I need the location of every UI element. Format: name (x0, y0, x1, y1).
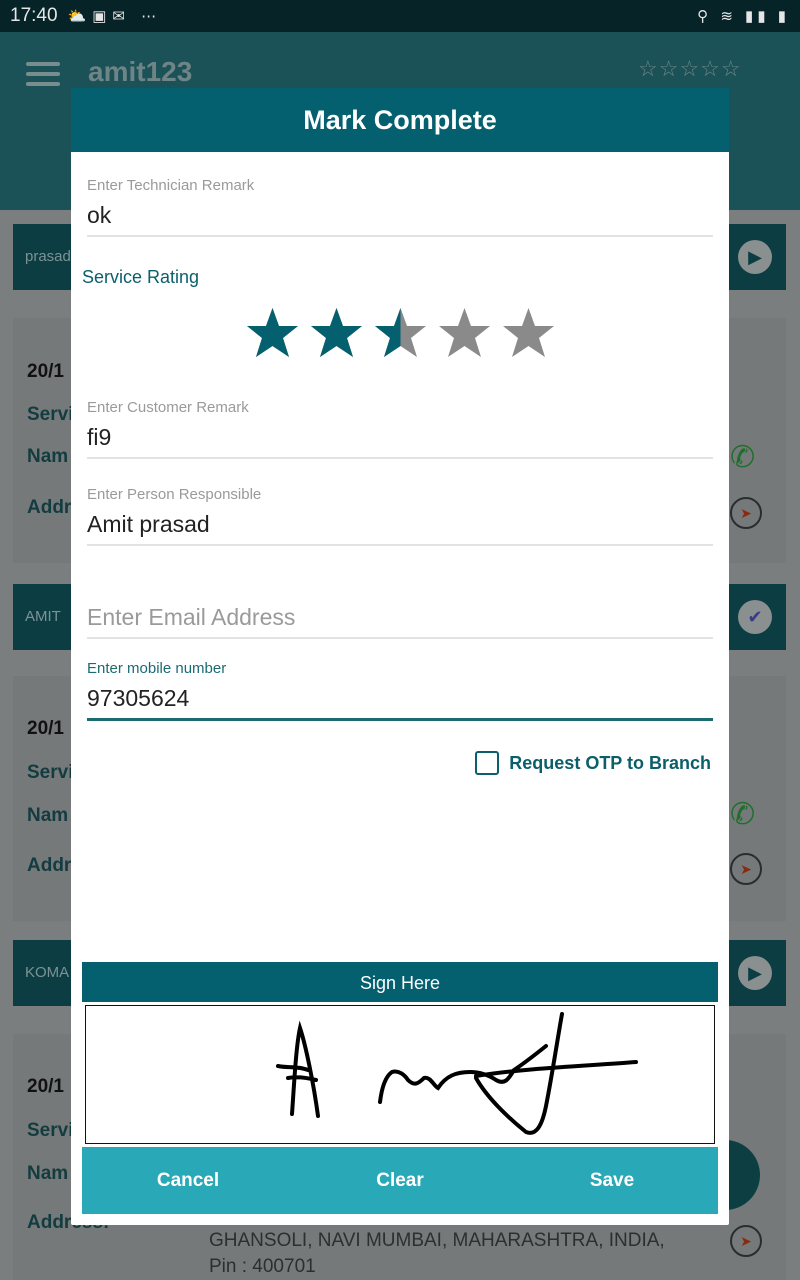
phone-icon[interactable]: ✆ (730, 797, 755, 832)
dialog-button-bar: Cancel Clear Save (82, 1147, 718, 1214)
compass-icon[interactable]: ➤ (730, 853, 762, 885)
request-otp-checkbox[interactable]: Request OTP to Branch (475, 751, 711, 775)
menu-icon[interactable] (26, 62, 60, 86)
field-label: Enter Customer Remark (87, 399, 249, 416)
field-label: Enter mobile number (87, 660, 227, 677)
person-responsible-field[interactable]: Enter Person Responsible Amit prasad (87, 486, 713, 546)
mobile-input[interactable]: 97305624 (87, 685, 713, 721)
field-label: Enter Person Responsible (87, 486, 262, 503)
date-label: 20/1 (27, 1076, 64, 1097)
card-title: prasad (25, 248, 71, 265)
date-label: 20/1 (27, 361, 64, 382)
compass-icon[interactable]: ➤ (730, 1225, 762, 1257)
service-label: Servi (27, 762, 74, 783)
save-button[interactable]: Save (506, 1147, 718, 1214)
name-label: Nam (27, 446, 69, 467)
compass-icon[interactable]: ➤ (730, 497, 762, 529)
person-responsible-input[interactable]: Amit prasad (87, 511, 713, 546)
dialog-title: Mark Complete (71, 88, 729, 152)
clock: 17:40 (10, 5, 58, 26)
technician-remark-field[interactable]: Enter Technician Remark ok (87, 177, 713, 237)
address-label: Addr (27, 497, 72, 518)
service-label: Servi (27, 1120, 74, 1141)
card-title: AMIT (25, 608, 61, 625)
cancel-button[interactable]: Cancel (82, 1147, 294, 1214)
name-label: Nam (27, 1163, 69, 1184)
mobile-field[interactable]: Enter mobile number 97305624 (87, 660, 713, 721)
service-rating-bar[interactable] (245, 306, 556, 361)
star-icon[interactable] (309, 306, 364, 361)
signature-drawing (276, 1012, 638, 1135)
star-icon[interactable] (245, 306, 300, 361)
card-title: KOMA (25, 964, 70, 981)
customer-remark-input[interactable]: fi9 (87, 424, 713, 459)
status-bar: 17:40 ⛅▣✉ ⋯ ⚲ ≋ ▮▮ ▮ (0, 0, 800, 32)
star-icon[interactable] (437, 306, 492, 361)
technician-remark-input[interactable]: ok (87, 202, 713, 237)
email-field[interactable]: Enter Email Address (87, 596, 713, 639)
checkbox-label: Request OTP to Branch (509, 752, 711, 773)
phone-icon[interactable]: ✆ (730, 440, 755, 475)
address-label: Addr (27, 855, 72, 876)
star-icon[interactable] (373, 306, 428, 361)
sign-here-header: Sign Here (82, 962, 718, 1002)
field-label: Enter Technician Remark (87, 177, 255, 194)
notification-icons: ⛅▣✉ ⋯ (67, 8, 163, 25)
date-label: 20/1 (27, 718, 64, 739)
address-text: GHANSOLI, NAVI MUMBAI, MAHARASHTRA, INDI… (209, 1230, 665, 1277)
system-icons: ⚲ ≋ ▮▮ ▮ (697, 8, 790, 25)
play-icon[interactable]: ▶ (738, 240, 772, 274)
username: amit123 (88, 56, 193, 87)
checkbox-icon[interactable] (475, 751, 500, 775)
customer-remark-field[interactable]: Enter Customer Remark fi9 (87, 399, 713, 459)
play-icon[interactable]: ▶ (738, 956, 772, 990)
service-label: Servi (27, 404, 74, 425)
clear-button[interactable]: Clear (294, 1147, 506, 1214)
mark-complete-dialog: Mark Complete Enter Technician Remark ok… (71, 88, 729, 1225)
rating-stars: ☆☆☆☆☆ (638, 56, 742, 81)
name-label: Nam (27, 805, 69, 826)
email-input[interactable]: Enter Email Address (87, 604, 713, 639)
service-rating-label: Service Rating (82, 267, 200, 287)
signature-pad[interactable] (85, 1005, 715, 1144)
star-icon[interactable] (501, 306, 556, 361)
check-icon[interactable]: ✔ (738, 600, 772, 634)
